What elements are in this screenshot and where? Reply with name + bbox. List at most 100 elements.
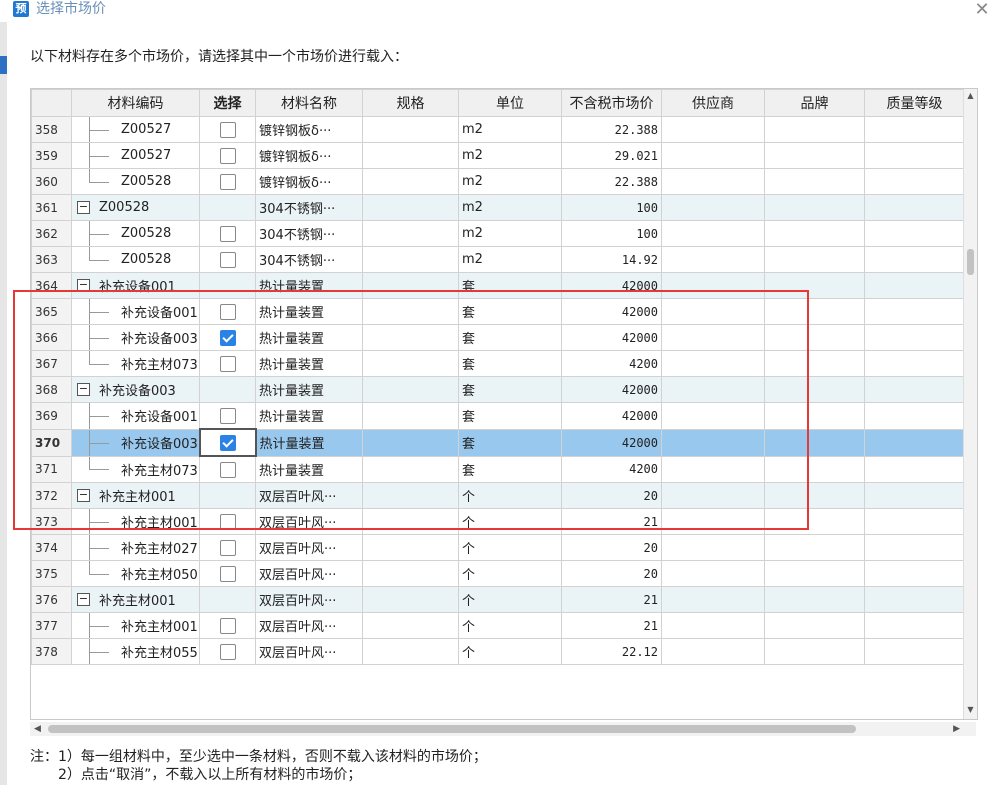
checkbox-checked-icon[interactable]: [219, 434, 236, 451]
vertical-scroll-thumb[interactable]: [967, 249, 974, 275]
select-cell[interactable]: [199, 220, 256, 247]
checkbox-icon[interactable]: [219, 643, 236, 660]
select-cell[interactable]: [199, 508, 256, 535]
unit: 套: [458, 455, 562, 483]
select-cell[interactable]: [199, 246, 256, 273]
unit: 个: [458, 612, 562, 639]
checkbox-icon[interactable]: [219, 617, 236, 634]
column-header-spec[interactable]: 规格: [362, 89, 459, 117]
price-grid[interactable]: 材料编码 选择 材料名称 规格 单位 不含税市场价 供应商 品牌 质量等级 358 Z00527 镀…: [30, 88, 978, 720]
checkbox-icon[interactable]: [219, 407, 236, 424]
select-cell[interactable]: [199, 560, 256, 587]
quality-grade: [864, 534, 965, 561]
supplier: [661, 428, 765, 457]
table-header-row: 材料编码 选择 材料名称 规格 单位 不含税市场价 供应商 品牌 质量等级: [31, 89, 965, 117]
table-row[interactable]: 362 Z00528 304不锈钢··· m2 100: [31, 220, 965, 247]
brand: [764, 298, 865, 325]
checkbox-icon[interactable]: [219, 355, 236, 372]
row-number: 367: [31, 350, 72, 377]
checkbox-icon[interactable]: [219, 513, 236, 530]
column-header-price-excl-tax[interactable]: 不含税市场价: [561, 89, 662, 117]
table-row[interactable]: 375 补充主材050 双层百叶风··· 个 20: [31, 560, 965, 587]
scroll-down-icon[interactable]: ▼: [965, 705, 976, 717]
table-row[interactable]: 371 补充主材073 热计量装置 套 4200: [31, 455, 965, 483]
column-header-row-number[interactable]: [31, 89, 72, 117]
scroll-up-icon[interactable]: ▲: [965, 91, 976, 103]
horizontal-scroll-thumb[interactable]: [48, 725, 856, 733]
column-header-brand[interactable]: 品牌: [764, 89, 865, 117]
quality-grade: [864, 220, 965, 247]
checkbox-icon[interactable]: [219, 303, 236, 320]
material-code: Z00528: [121, 252, 172, 267]
table-group-row[interactable]: 372− 补充主材001 双层百叶风··· 个 20: [31, 482, 965, 509]
table-group-row[interactable]: 376− 补充主材001 双层百叶风··· 个 21: [31, 586, 965, 613]
table-row[interactable]: 369 补充设备001 热计量装置 套 42000: [31, 402, 965, 430]
select-cell[interactable]: [199, 534, 256, 561]
brand: [764, 246, 865, 273]
checkbox-icon[interactable]: [219, 251, 236, 268]
column-header-select[interactable]: 选择: [199, 89, 256, 117]
table-row[interactable]: 373 补充主材001 双层百叶风··· 个 21: [31, 508, 965, 535]
column-header-quality-grade[interactable]: 质量等级: [864, 89, 965, 117]
checkbox-checked-icon[interactable]: [219, 329, 236, 346]
checkbox-icon[interactable]: [219, 539, 236, 556]
select-cell[interactable]: [199, 638, 256, 665]
checkbox-icon[interactable]: [219, 225, 236, 242]
table-group-row[interactable]: 368− 补充设备003 热计量装置 套 42000: [31, 376, 965, 403]
spec: [362, 116, 459, 143]
price: 14.92: [561, 246, 662, 273]
select-cell[interactable]: [199, 612, 256, 639]
price: 22.388: [561, 116, 662, 143]
table-row[interactable]: 374 补充主材027 双层百叶风··· 个 20: [31, 534, 965, 561]
column-header-material-name[interactable]: 材料名称: [255, 89, 363, 117]
supplier: [661, 298, 765, 325]
horizontal-scrollbar[interactable]: ◀ ▶: [30, 722, 976, 736]
select-cell: [199, 194, 256, 221]
vertical-scrollbar[interactable]: ▲ ▼: [963, 89, 977, 719]
column-header-unit[interactable]: 单位: [458, 89, 562, 117]
checkbox-icon[interactable]: [219, 121, 236, 138]
material-name: 热计量装置: [255, 455, 363, 483]
close-button[interactable]: ✕: [972, 0, 992, 20]
checkbox-icon[interactable]: [219, 147, 236, 164]
table-row[interactable]: 370 补充设备003 热计量装置 套 42000: [31, 428, 965, 457]
supplier: [661, 246, 765, 273]
table-group-row[interactable]: 364− 补充设备001 热计量装置 套 42000: [31, 272, 965, 299]
note-line-2: 2）点击“取消”，不载入以上所有材料的市场价；: [58, 767, 362, 783]
material-code: 补充主材055: [121, 646, 198, 661]
select-cell[interactable]: [199, 168, 256, 195]
select-cell[interactable]: [199, 298, 256, 325]
select-cell[interactable]: [199, 324, 256, 351]
table-row[interactable]: 358 Z00527 镀锌钢板δ··· m2 22.388: [31, 116, 965, 143]
table-row[interactable]: 359 Z00527 镀锌钢板δ··· m2 29.021: [31, 142, 965, 169]
scroll-left-icon[interactable]: ◀: [34, 722, 41, 736]
select-cell[interactable]: [198, 428, 257, 457]
select-cell[interactable]: [199, 350, 256, 377]
scroll-right-icon[interactable]: ▶: [953, 722, 960, 736]
table-row[interactable]: 367 补充主材073 热计量装置 套 4200: [31, 350, 965, 377]
table-row[interactable]: 363 Z00528 304不锈钢··· m2 14.92: [31, 246, 965, 273]
table-row[interactable]: 365 补充设备001 热计量装置 套 42000: [31, 298, 965, 325]
table-row[interactable]: 366 补充设备003 热计量装置 套 42000: [31, 324, 965, 351]
select-cell[interactable]: [199, 455, 256, 483]
quality-grade: [864, 402, 965, 430]
table-group-row[interactable]: 361− Z00528 304不锈钢··· m2 100: [31, 194, 965, 221]
select-cell[interactable]: [199, 116, 256, 143]
supplier: [661, 560, 765, 587]
checkbox-icon[interactable]: [219, 173, 236, 190]
spec: [362, 534, 459, 561]
table-row[interactable]: 377 补充主材001 双层百叶风··· 个 21: [31, 612, 965, 639]
column-header-supplier[interactable]: 供应商: [661, 89, 765, 117]
checkbox-icon[interactable]: [219, 461, 236, 478]
row-number: 360: [31, 168, 72, 195]
brand: [764, 612, 865, 639]
select-cell[interactable]: [199, 142, 256, 169]
select-cell[interactable]: [199, 402, 256, 430]
row-number: 362: [31, 220, 72, 247]
quality-grade: [864, 350, 965, 377]
checkbox-icon[interactable]: [219, 565, 236, 582]
table-row[interactable]: 360 Z00528 镀锌钢板δ··· m2 22.388: [31, 168, 965, 195]
column-header-material-code[interactable]: 材料编码: [71, 89, 200, 117]
table-row[interactable]: 378 补充主材055 双层百叶风··· 个 22.12: [31, 638, 965, 665]
spec: [362, 324, 459, 351]
